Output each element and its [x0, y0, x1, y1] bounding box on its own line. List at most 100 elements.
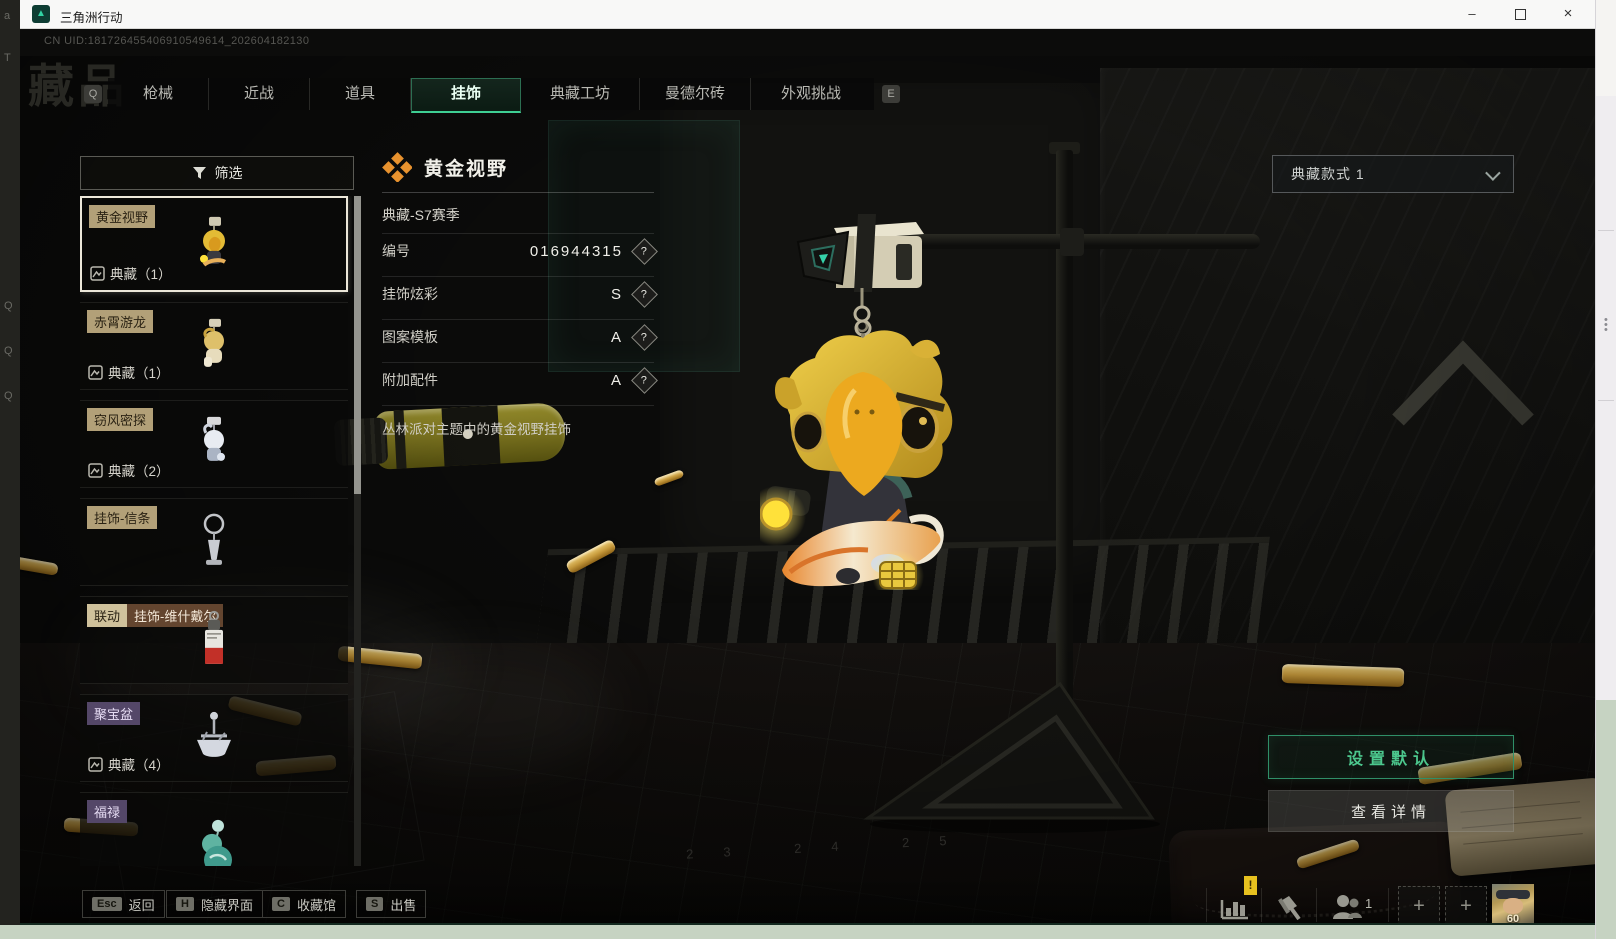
divider [1388, 888, 1389, 922]
team-icon[interactable] [1331, 892, 1363, 922]
help-icon[interactable]: ? [631, 323, 658, 351]
divider [1316, 888, 1317, 922]
stray-glyph: T [4, 52, 11, 64]
item-tag: 福禄 [87, 800, 128, 823]
keycap: S [366, 897, 384, 911]
list-item-creed[interactable]: 挂饰-信条 [80, 498, 348, 586]
item-tag: 聚宝盆 [87, 702, 141, 725]
collection-count-icon [88, 756, 103, 772]
tab-mandel[interactable]: 曼德尔砖 [640, 78, 751, 110]
collection-count-label: 典藏（2） [108, 464, 170, 479]
tab-next-hotkey: E [882, 85, 900, 103]
item-tag: 黄金视野 [89, 205, 156, 228]
divider [1598, 400, 1614, 401]
stand-joint [1060, 228, 1084, 256]
tab-melee[interactable]: 近战 [209, 78, 310, 110]
collection-count: 典藏（1） [90, 263, 172, 283]
tab-workshop[interactable]: 典藏工坊 [521, 78, 640, 110]
filter-label: 筛选 [214, 165, 243, 181]
detail-row-pattern: 图案模板 A ? [382, 320, 658, 354]
background-window-strip: a T Q Q Q [0, 0, 20, 925]
collection-count: 典藏（1） [88, 362, 170, 382]
list-item-reddragon[interactable]: 赤霄游龙 典藏（1） [80, 302, 348, 390]
uid-bar: CN UID:181726455406910549614_20260418213… [20, 28, 1595, 56]
add-teammate-slot[interactable]: + [1398, 886, 1440, 925]
stray-glyph: Q [4, 345, 13, 357]
stray-glyph: Q [4, 300, 13, 312]
background-toolbar [1596, 0, 1616, 96]
window-title: 三角洲行动 [60, 11, 123, 25]
keycap: Esc [92, 897, 122, 911]
view-details-button[interactable]: 查看详情 [1268, 790, 1514, 832]
item-tag: 挂饰-信条 [87, 506, 158, 529]
detail-row-serial: 编号 016944315 ? [382, 234, 658, 268]
detail-panel: 黄金视野 典藏-S7赛季 编号 016944315 ? 挂饰炫彩 S ? 图案模… [382, 150, 658, 438]
charm-clasp [796, 214, 924, 333]
kebab-menu-icon: • • • [1604, 314, 1608, 336]
window-titlebar: ▲ 三角洲行动 – × [20, 0, 1595, 29]
collection-count-icon [88, 364, 103, 380]
hotkey-back[interactable]: Esc 返回 [82, 890, 165, 918]
list-item-windspy[interactable]: 窃风密探 典藏（2） [80, 400, 348, 488]
close-button[interactable]: × [1545, 0, 1591, 28]
help-icon[interactable]: ? [631, 366, 658, 394]
charm-list: 黄金视野 典藏（1） 赤霄游龙 典藏（1） 窃风密探 典藏（2） 挂饰-信条 联… [80, 196, 352, 866]
season-label: 典藏-S7赛季 [382, 207, 460, 223]
item-description: 丛林派对主题中的黄金视野挂饰 [382, 422, 571, 437]
tab-charms[interactable]: 挂饰 [411, 78, 521, 113]
hotkey-label: 收藏馆 [296, 897, 336, 913]
funnel-icon [192, 167, 206, 179]
collection-count-label: 典藏（1） [110, 267, 172, 282]
item-tag: 赤霄游龙 [87, 310, 154, 333]
viewport-bottom-edge [20, 923, 1595, 925]
hotkey-sell[interactable]: S 出售 [356, 890, 427, 918]
divider [382, 405, 654, 406]
collection-count-icon [90, 265, 105, 281]
collection-count-icon [88, 462, 103, 478]
style-dropdown-value: 典藏款式 1 [1291, 166, 1365, 182]
team-count: 1 [1365, 896, 1373, 911]
uid-text: CN UID:181726455406910549614_20260418213… [44, 35, 310, 47]
list-scrollbar[interactable] [354, 196, 361, 866]
list-item-vishdel[interactable]: 联动 挂饰-维什戴尔 [80, 596, 348, 684]
chevron-down-icon [1485, 164, 1501, 181]
warning-badge: ! [1244, 876, 1257, 895]
chevron-marking [1392, 340, 1534, 426]
stats-icon[interactable] [1218, 892, 1252, 922]
list-item-fulu[interactable]: 福禄 [80, 792, 348, 866]
row-label: 附加配件 [382, 372, 438, 388]
stand-base [863, 681, 1160, 833]
add-teammate-slot[interactable]: + [1445, 886, 1487, 925]
help-icon[interactable]: ? [631, 280, 658, 308]
tab-weapons[interactable]: 枪械 [108, 78, 209, 110]
tab-items[interactable]: 道具 [310, 78, 411, 110]
player-avatar[interactable]: 60 [1492, 884, 1534, 925]
item-thumbnail [200, 216, 227, 267]
set-default-button[interactable]: 设置默认 [1268, 735, 1514, 779]
tab-prev-hotkey: Q [84, 85, 102, 103]
app-logo-icon: ▲ [32, 5, 50, 23]
list-item-treasurebowl[interactable]: 聚宝盆 典藏（4） [80, 694, 348, 782]
charm-figure[interactable] [760, 320, 970, 590]
row-value: A [610, 371, 623, 389]
rarity-diamond-icon [382, 152, 412, 182]
row-label: 图案模板 [382, 329, 438, 345]
list-item-goldvision[interactable]: 黄金视野 典藏（1） [80, 196, 348, 292]
help-icon[interactable]: ? [631, 237, 658, 265]
hotkey-collection-hall[interactable]: C 收藏馆 [262, 890, 346, 918]
scrollbar-thumb[interactable] [354, 196, 361, 494]
style-dropdown[interactable]: 典藏款式 1 [1272, 155, 1514, 193]
item-tag: 窃风密探 [87, 408, 154, 431]
tab-challenge[interactable]: 外观挑战 [751, 78, 871, 110]
minimize-button[interactable]: – [1449, 0, 1495, 28]
bullet-prop [20, 556, 59, 576]
stray-glyph: Q [4, 390, 13, 402]
auction-gavel-icon[interactable] [1273, 892, 1305, 922]
row-label: 挂饰炫彩 [382, 286, 438, 302]
filter-button[interactable]: 筛选 [80, 156, 354, 190]
maximize-button[interactable] [1497, 0, 1543, 28]
collection-count: 典藏（2） [88, 460, 170, 480]
collection-count: 典藏（4） [88, 754, 170, 774]
divider [1598, 230, 1614, 231]
hotkey-hide-ui[interactable]: H 隐藏界面 [166, 890, 263, 918]
